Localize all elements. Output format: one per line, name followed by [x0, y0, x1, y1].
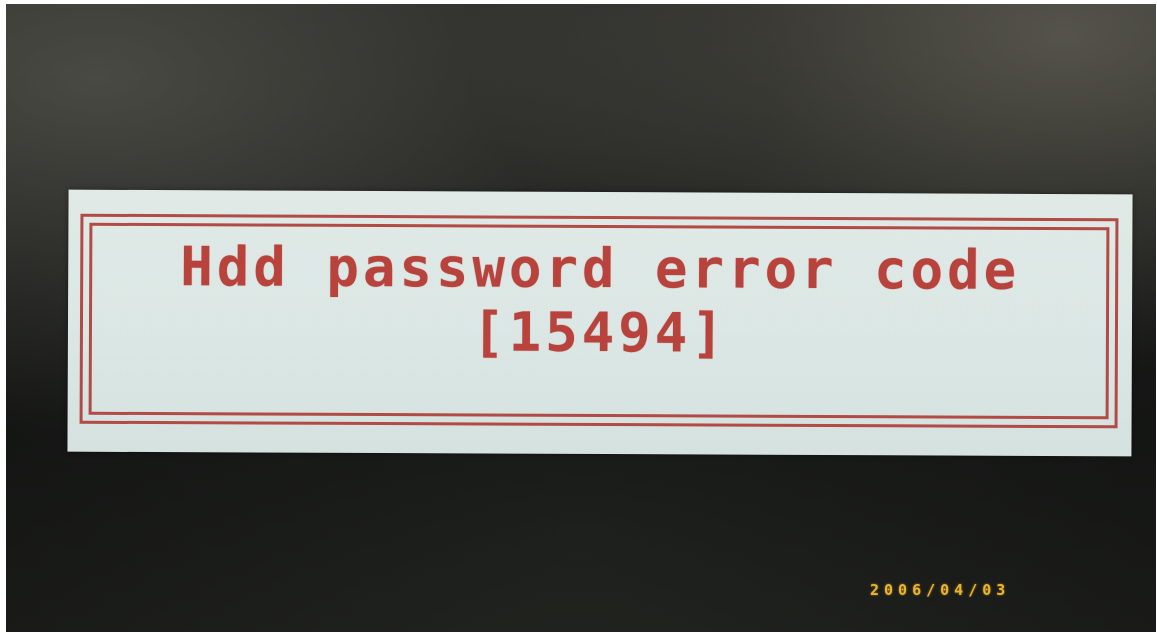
bios-error-dialog: Hdd password error code [15494] — [67, 189, 1133, 457]
photo-frame: Hdd password error code [15494] 2006/04/… — [0, 0, 1157, 633]
dialog-message: Hdd password error code [15494] — [68, 234, 1133, 367]
camera-date-stamp: 2006/04/03 — [870, 581, 1011, 599]
error-code: [15494] — [472, 300, 728, 365]
error-title: Hdd password error code — [180, 235, 1021, 302]
bios-screen: Hdd password error code [15494] — [6, 4, 1156, 632]
